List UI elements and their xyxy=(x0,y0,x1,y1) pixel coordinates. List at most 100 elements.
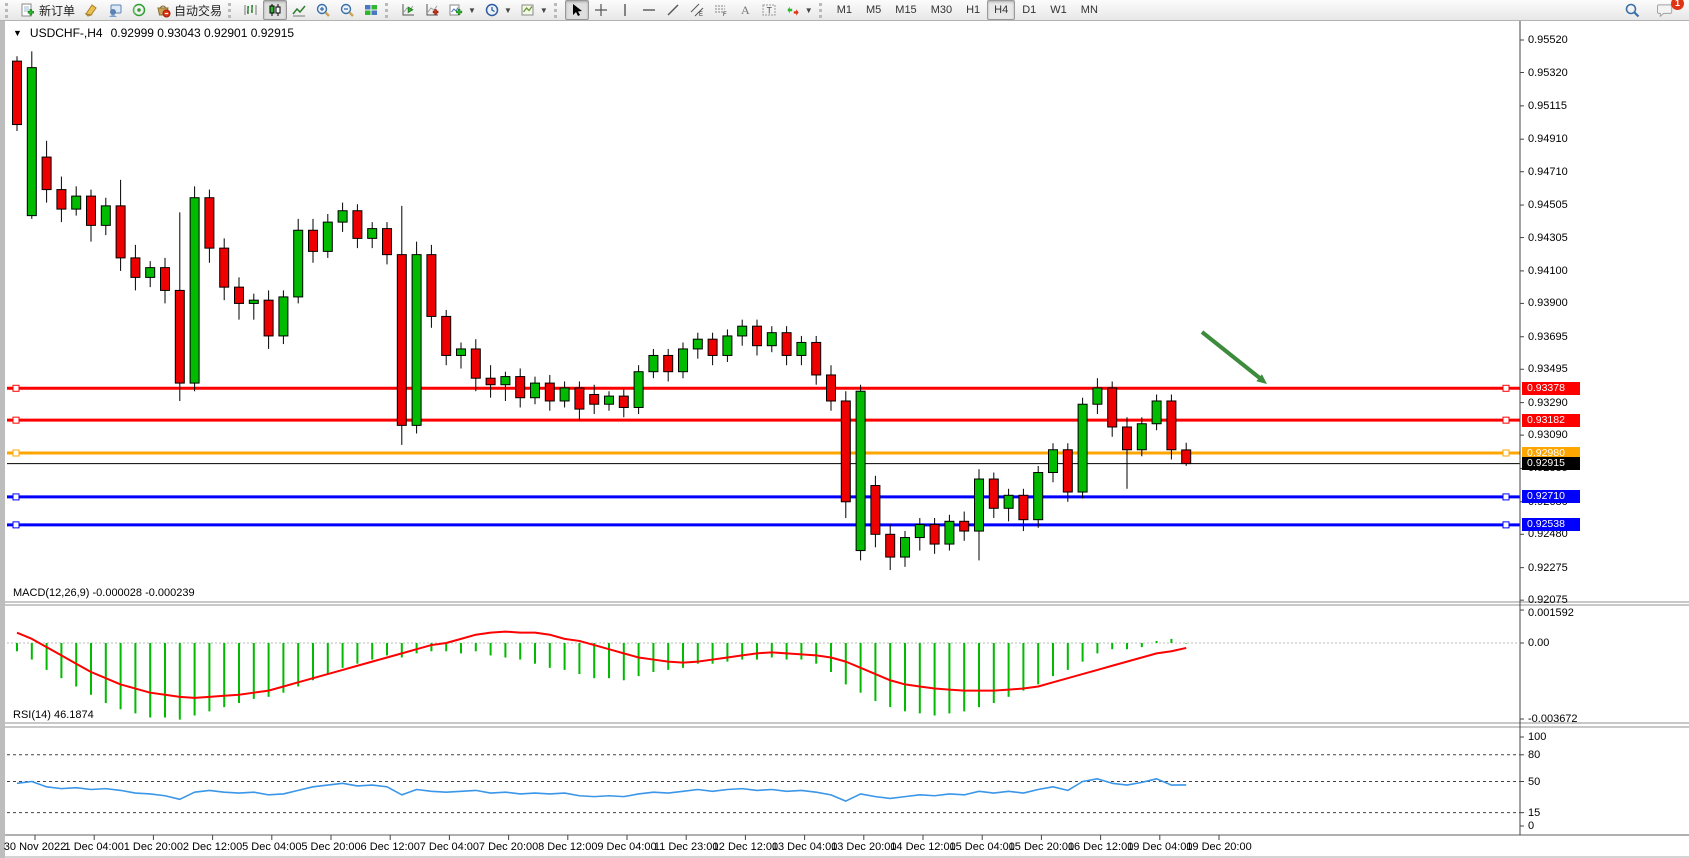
timeframe-W1[interactable]: W1 xyxy=(1043,0,1074,20)
signals-button[interactable] xyxy=(127,0,151,20)
price-axis-label: 0.94910 xyxy=(1528,133,1568,145)
hline-handle[interactable] xyxy=(13,522,19,528)
timeframe-M30[interactable]: M30 xyxy=(924,0,959,20)
price-axis-label: 0.95320 xyxy=(1528,67,1568,79)
crosshair-tool-button[interactable] xyxy=(589,0,613,20)
price-axis-label: 0.93090 xyxy=(1528,429,1568,441)
zoom-in-button[interactable] xyxy=(311,0,335,20)
chart-candles-button[interactable] xyxy=(263,0,287,20)
chart-collapse-icon[interactable]: ▼ xyxy=(13,28,22,38)
chart-line-button[interactable] xyxy=(287,0,311,20)
hline-handle[interactable] xyxy=(1503,522,1509,528)
candle-up xyxy=(27,68,36,216)
vline-tool-button[interactable] xyxy=(613,0,637,20)
candle-down xyxy=(812,342,821,375)
candle-down xyxy=(664,355,673,371)
candle-up xyxy=(1078,404,1087,492)
candle-down xyxy=(1123,427,1132,450)
timeframe-H1[interactable]: H1 xyxy=(959,0,987,20)
text-tool-button[interactable]: A xyxy=(733,0,757,20)
community-button[interactable] xyxy=(103,0,127,20)
candle-down xyxy=(960,521,969,531)
new-chart-button[interactable]: ▼ xyxy=(444,0,480,20)
candle-down xyxy=(930,525,939,545)
timeframe-H4[interactable]: H4 xyxy=(987,0,1015,20)
chart-bars-button[interactable] xyxy=(239,0,263,20)
time-axis-label: 15 Dec 20:00 xyxy=(1009,841,1074,853)
annotation-arrow-shaft[interactable] xyxy=(1202,332,1261,379)
chart-period-button[interactable]: ▼ xyxy=(480,0,516,20)
zoom-out-icon xyxy=(339,2,355,18)
time-axis-label: 1 Dec 04:00 xyxy=(65,841,124,853)
hline-handle[interactable] xyxy=(13,450,19,456)
timeframe-D1[interactable]: D1 xyxy=(1015,0,1043,20)
candle-up xyxy=(945,521,954,544)
fibonacci-tool-button[interactable]: F xyxy=(709,0,733,20)
hline-price-label: 0.92710 xyxy=(1522,490,1580,503)
candle-down xyxy=(427,255,436,317)
templates-button[interactable]: ▼ xyxy=(516,0,552,20)
price-axis-label: 0.94505 xyxy=(1528,199,1568,211)
tile-windows-button[interactable] xyxy=(359,0,383,20)
arrows-menu-button[interactable]: ▼ xyxy=(781,0,817,20)
hline-tool-button[interactable] xyxy=(637,0,661,20)
chart-title: ▼ USDCHF-,H4 0.92999 0.93043 0.92901 0.9… xyxy=(13,26,294,40)
timeframe-M1[interactable]: M1 xyxy=(830,0,859,20)
add-indicator-button[interactable] xyxy=(420,0,444,20)
price-chart-canvas[interactable] xyxy=(5,21,1689,858)
candle-up xyxy=(1004,495,1013,508)
candle-down xyxy=(87,196,96,225)
candle-down xyxy=(516,377,525,398)
candle-up xyxy=(605,396,614,404)
hline-handle[interactable] xyxy=(1503,450,1509,456)
trendline-tool-button[interactable] xyxy=(661,0,685,20)
text-label-tool-button[interactable]: T xyxy=(757,0,781,20)
metaeditor-button[interactable] xyxy=(79,0,103,20)
search-button[interactable] xyxy=(1620,0,1645,20)
hline-handle[interactable] xyxy=(13,385,19,391)
svg-text:F: F xyxy=(723,12,727,18)
indicators-button[interactable] xyxy=(396,0,420,20)
new-order-button[interactable]: 新订单 xyxy=(16,0,79,20)
macd-indicator-label: MACD(12,26,9) -0.000028 -0.000239 xyxy=(13,587,195,599)
template-icon xyxy=(520,2,536,18)
rsi-axis-label: 0 xyxy=(1528,820,1534,832)
clock-icon xyxy=(484,2,500,18)
hline-handle[interactable] xyxy=(1503,385,1509,391)
hline-handle[interactable] xyxy=(1503,417,1509,423)
candle-down xyxy=(1063,450,1072,492)
autotrading-button[interactable]: 自动交易 xyxy=(151,0,226,20)
candle-down xyxy=(175,290,184,383)
candle-down xyxy=(1019,495,1028,519)
candle-down xyxy=(397,255,406,426)
candle-down xyxy=(220,248,229,287)
timeframe-M15[interactable]: M15 xyxy=(888,0,923,20)
timeframe-MN[interactable]: MN xyxy=(1074,0,1105,20)
channel-tool-button[interactable]: E xyxy=(685,0,709,20)
candle-up xyxy=(1093,388,1102,404)
autotrading-icon xyxy=(155,2,171,18)
timeframe-M5[interactable]: M5 xyxy=(859,0,888,20)
candle-up xyxy=(856,391,865,550)
candle-up xyxy=(634,372,643,408)
candle-down xyxy=(886,534,895,557)
z oom-out-button[interactable] xyxy=(335,0,359,20)
time-axis-label: 2 Dec 12:00 xyxy=(183,841,242,853)
new-order-label: 新订单 xyxy=(39,2,75,19)
hline-handle[interactable] xyxy=(13,417,19,423)
equidistant-channel-icon: E xyxy=(689,2,705,18)
hline-price-label: 0.93182 xyxy=(1522,414,1580,427)
candle-down xyxy=(264,300,273,336)
cursor-tool-button[interactable] xyxy=(565,0,589,20)
hline-handle[interactable] xyxy=(13,494,19,500)
candle-down xyxy=(442,316,451,355)
time-axis-label: 7 Dec 04:00 xyxy=(420,841,479,853)
metaeditor-icon xyxy=(83,2,99,18)
notifications-button[interactable]: 1 xyxy=(1653,0,1679,20)
zoom-in-icon xyxy=(315,2,331,18)
hline-handle[interactable] xyxy=(1503,494,1509,500)
candle-down xyxy=(42,157,51,190)
time-axis-label: 1 Dec 20:00 xyxy=(124,841,183,853)
candle-down xyxy=(353,211,362,239)
candle-up xyxy=(279,297,288,336)
